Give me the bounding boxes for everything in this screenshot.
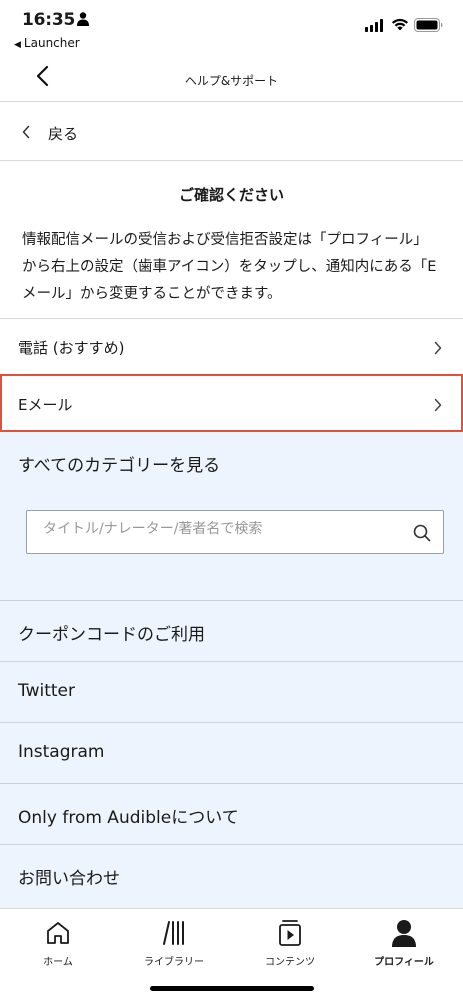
- notice-body: 情報配信メールの受信および受信拒否設定は「プロフィール」から右上の設定（歯車アイ…: [22, 232, 437, 302]
- status-time: 16:35: [22, 10, 76, 30]
- email-contact-row[interactable]: Eメール: [0, 374, 463, 432]
- tab-label: プロフィール: [374, 957, 434, 968]
- tab-home[interactable]: ホーム: [8, 917, 108, 977]
- profile-icon: [392, 920, 416, 947]
- phone-contact-row[interactable]: 電話 (おすすめ): [0, 318, 463, 374]
- all-categories-link[interactable]: すべてのカテゴリーを見る: [18, 451, 220, 476]
- link-row-label: Only from Audibleについて: [18, 808, 239, 828]
- status-bar: 16:35 ◀ Launcher: [0, 0, 463, 54]
- tab-label: ライブラリー: [144, 957, 204, 968]
- back-triangle-icon: ◀: [14, 40, 21, 50]
- library-icon: [163, 921, 184, 945]
- chevron-right-icon: [434, 398, 442, 412]
- search-icon[interactable]: [413, 524, 431, 542]
- link-row-only-from-audible[interactable]: Only from Audibleについて: [0, 783, 463, 844]
- back-app-label: Launcher: [23, 36, 80, 50]
- chevron-left-icon: [22, 125, 30, 139]
- home-indicator[interactable]: [150, 986, 314, 991]
- chevron-right-icon: [434, 341, 442, 355]
- battery-icon: [414, 18, 443, 32]
- search-box[interactable]: [26, 510, 444, 554]
- tab-library[interactable]: ライブラリー: [124, 917, 224, 977]
- navigation-bar: ヘルプ&サポート: [0, 54, 463, 102]
- link-row-contact-us[interactable]: お問い合わせ: [0, 844, 463, 905]
- link-row-label: Instagram: [18, 742, 105, 762]
- page-title: ヘルプ&サポート: [184, 74, 279, 88]
- cellular-signal-icon: [365, 19, 383, 32]
- browse-section: すべてのカテゴリーを見る クーポンコードのご利用 Twitter Instagr…: [0, 432, 463, 908]
- content-icon: [279, 920, 301, 946]
- home-icon: [47, 922, 69, 944]
- phone-contact-label: 電話 (おすすめ): [18, 339, 125, 357]
- link-row-label: クーポンコードのご利用: [18, 625, 205, 645]
- link-row-twitter[interactable]: Twitter: [0, 661, 463, 722]
- tab-profile[interactable]: プロフィール: [354, 917, 454, 977]
- back-label: 戻る: [48, 125, 79, 143]
- person-status-icon: [77, 12, 89, 26]
- bottom-tab-bar: ホーム ライブラリー コンテンツ プロフィール: [0, 908, 463, 1000]
- email-contact-label: Eメール: [18, 396, 73, 414]
- link-row-coupon[interactable]: クーポンコードのご利用: [0, 600, 463, 661]
- back-row[interactable]: 戻る: [0, 103, 463, 161]
- search-input[interactable]: [43, 521, 403, 537]
- link-row-instagram[interactable]: Instagram: [0, 722, 463, 783]
- tab-content[interactable]: コンテンツ: [240, 917, 340, 977]
- link-row-label: お問い合わせ: [18, 869, 120, 889]
- tab-label: コンテンツ: [265, 957, 315, 968]
- link-row-label: Twitter: [18, 681, 75, 701]
- back-to-app-link[interactable]: ◀ Launcher: [14, 36, 80, 50]
- tab-label: ホーム: [43, 957, 73, 968]
- wifi-icon: [392, 18, 408, 31]
- notice-title: ご確認ください: [178, 186, 284, 204]
